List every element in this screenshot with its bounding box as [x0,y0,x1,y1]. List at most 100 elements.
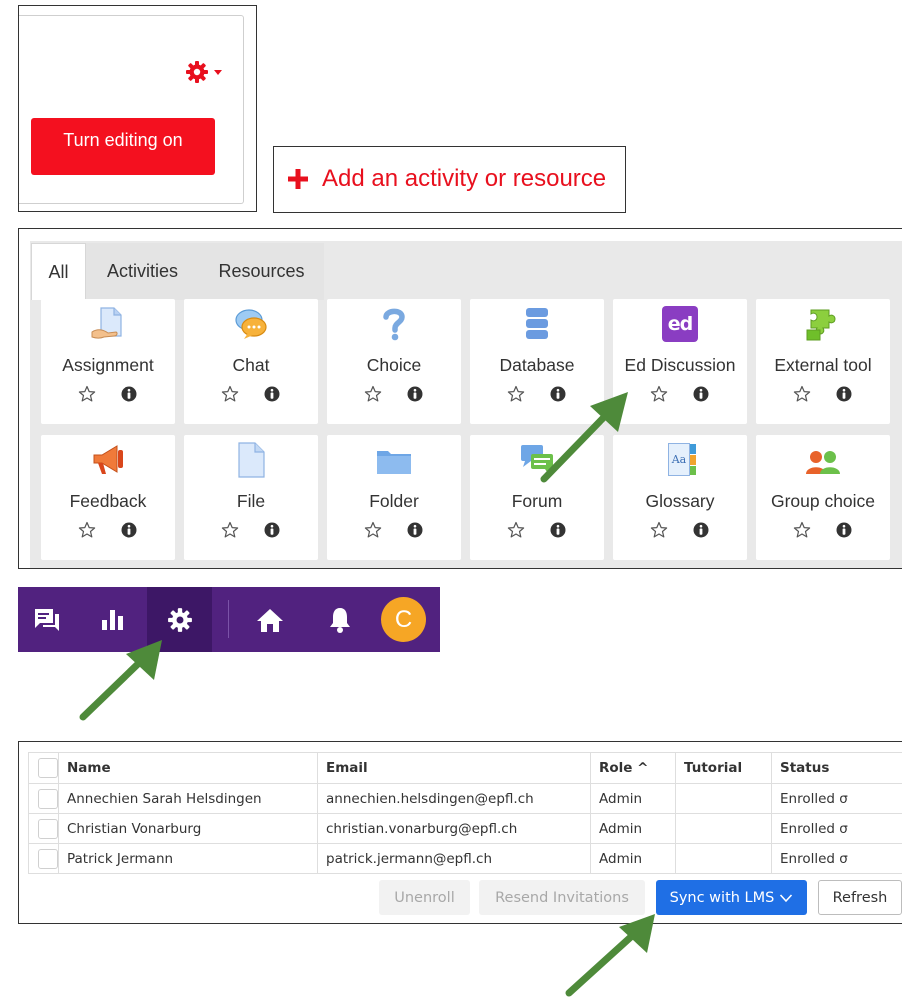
cell-tutorial [675,843,772,874]
info-icon[interactable] [836,522,852,538]
table-row: Annechien Sarah Helsdingen annechien.hel… [28,783,902,814]
activity-tile-group-choice[interactable]: Group choice [756,435,890,560]
table-row: Patrick Jermann patrick.jermann@epfl.ch … [28,843,902,874]
star-icon[interactable] [507,521,525,539]
cell-email: patrick.jermann@epfl.ch [317,843,591,874]
tile-label: Choice [366,355,422,375]
column-header-status[interactable]: Status [771,752,902,784]
group-choice-icon [806,451,840,474]
star-icon[interactable] [364,521,382,539]
external-tool-icon [806,309,836,341]
star-icon[interactable] [364,385,382,403]
info-icon[interactable] [121,386,137,402]
home-icon [257,608,283,632]
cell-name: Christian Vonarburg [58,813,318,844]
tile-label: Assignment [62,355,154,375]
tile-label: Forum [511,491,563,511]
tile-label: Chat [232,355,270,375]
star-icon[interactable] [78,385,96,403]
file-icon [238,442,265,478]
chevron-down-icon [780,893,793,902]
add-activity-panel: Add an activity or resource [273,146,626,213]
tab-resources[interactable]: Resources [199,243,324,300]
chat-icon [235,309,267,339]
tab-all[interactable]: All [31,243,86,300]
roster-table: Name Email Role ^ Tutorial Status Annech… [28,752,902,874]
info-icon[interactable] [693,522,709,538]
course-actions-menu[interactable] [185,60,223,84]
row-checkbox[interactable] [38,818,58,839]
unenroll-button[interactable]: Unenroll [379,880,470,915]
activity-tile-choice[interactable]: Choice [327,299,461,424]
info-icon[interactable] [693,386,709,402]
row-checkbox[interactable] [38,848,58,869]
cell-name: Annechien Sarah Helsdingen [58,783,318,814]
folder-icon [377,451,411,474]
tile-label: Feedback [69,491,147,511]
feedback-icon [93,445,123,474]
tab-activities[interactable]: Activities [86,243,199,300]
select-all-checkbox[interactable] [38,758,58,778]
cell-role: Admin [590,813,676,844]
info-icon[interactable] [407,386,423,402]
activity-tile-external-tool[interactable]: External tool [756,299,890,424]
column-header-email[interactable]: Email [317,752,591,784]
cell-email: christian.vonarburg@epfl.ch [317,813,591,844]
activity-tile-file[interactable]: File [184,435,318,560]
activity-tile-assignment[interactable]: Assignment [41,299,175,424]
info-icon[interactable] [407,522,423,538]
database-icon [526,308,548,339]
plus-icon [288,169,308,189]
discussion-icon [35,608,59,631]
cell-tutorial [675,813,772,844]
cell-tutorial [675,783,772,814]
star-icon[interactable] [650,521,668,539]
toolbar-divider [228,600,229,638]
ed-discussion-icon: ed [662,306,698,342]
tile-label: Ed Discussion [624,355,736,375]
tile-label: Database [499,355,575,375]
info-icon[interactable] [836,386,852,402]
chooser-tabs: All Activities Resources [31,243,324,300]
glossary-icon: Aa [662,442,698,478]
choice-icon [383,308,405,341]
avatar[interactable]: C [381,597,426,642]
roster-panel: Name Email Role ^ Tutorial Status Annech… [18,741,902,924]
cell-role: Admin [590,843,676,874]
column-header-tutorial[interactable]: Tutorial [675,752,772,784]
editing-panel: Turn editing on [18,5,257,212]
tile-label: File [236,491,266,511]
cell-name: Patrick Jermann [58,843,318,874]
cell-email: annechien.helsdingen@epfl.ch [317,783,591,814]
turn-editing-on-button[interactable]: Turn editing on [31,118,215,175]
gear-icon [186,61,208,83]
sync-with-lms-button[interactable]: Sync with LMS [656,880,807,915]
annotation-arrow-icon [565,914,655,997]
notifications-button[interactable] [318,587,362,652]
activity-tile-chat[interactable]: Chat [184,299,318,424]
column-header-role[interactable]: Role ^ [590,752,676,784]
star-icon[interactable] [78,521,96,539]
activity-tile-folder[interactable]: Folder [327,435,461,560]
course-header-card [19,15,244,204]
star-icon[interactable] [221,521,239,539]
tile-label: Glossary [645,491,715,511]
notifications-icon [330,607,350,633]
info-icon[interactable] [121,522,137,538]
star-icon[interactable] [793,385,811,403]
cell-status: Enrolled σ [771,843,902,874]
discussion-button[interactable] [24,587,70,652]
activity-tile-feedback[interactable]: Feedback [41,435,175,560]
info-icon[interactable] [550,522,566,538]
home-button[interactable] [248,587,292,652]
star-icon[interactable] [650,385,668,403]
star-icon[interactable] [221,385,239,403]
row-checkbox[interactable] [38,788,58,809]
info-icon[interactable] [264,522,280,538]
star-icon[interactable] [793,521,811,539]
info-icon[interactable] [264,386,280,402]
assignment-icon [91,307,122,339]
add-activity-link[interactable]: Add an activity or resource [288,165,606,193]
refresh-button[interactable]: Refresh [818,880,902,915]
column-header-name[interactable]: Name [58,752,318,784]
